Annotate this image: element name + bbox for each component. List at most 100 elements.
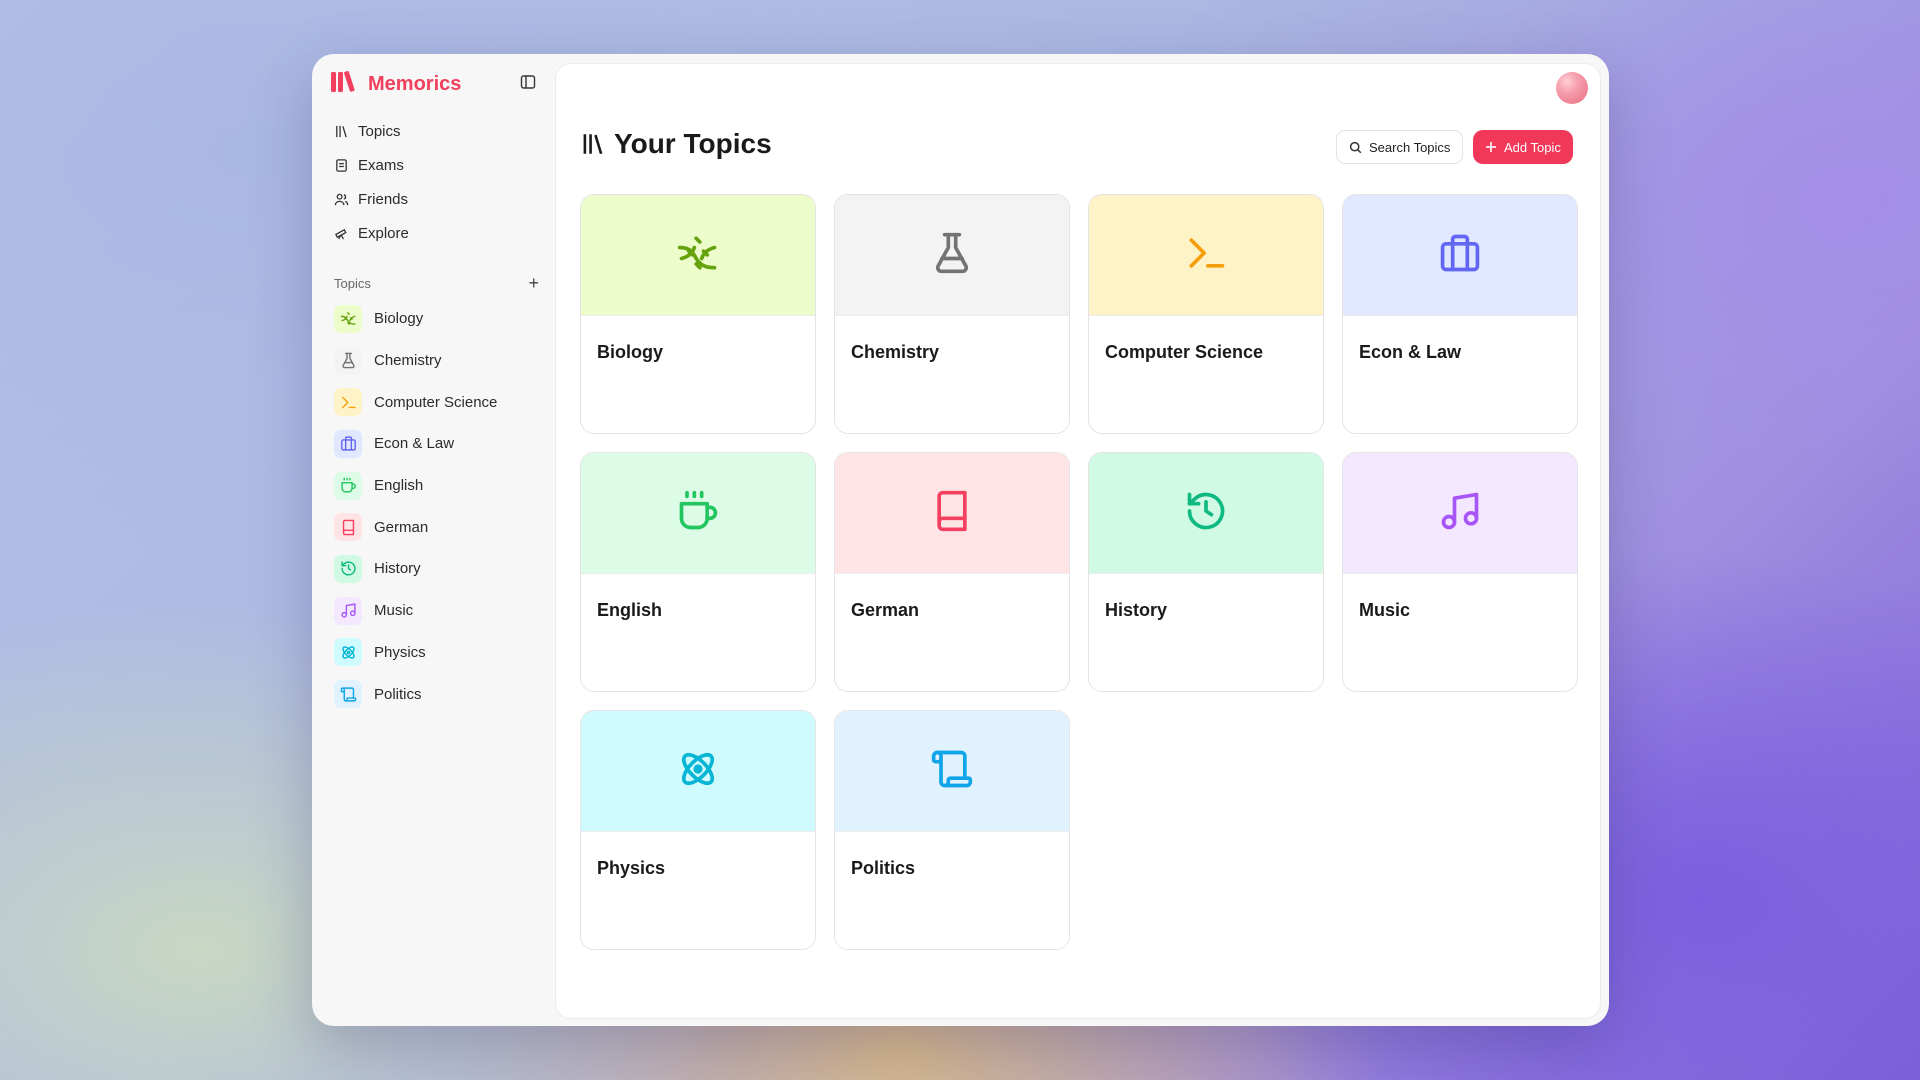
logo-icon: [330, 70, 360, 99]
topic-card-banner: [581, 711, 815, 832]
search-topics-button[interactable]: Search Topics: [1336, 130, 1464, 164]
music-icon: [334, 596, 362, 625]
briefcase-icon: [334, 429, 362, 458]
history-icon: [334, 554, 362, 583]
search-topics-label: Search Topics: [1369, 139, 1451, 155]
topic-card-title: Biology: [597, 342, 663, 362]
library-icon: [336, 125, 347, 137]
terminal-icon: [1184, 231, 1228, 280]
sidebar-topic-label: History: [374, 560, 421, 578]
scroll-icon: [930, 747, 974, 796]
app-window: Memorics Topics Exams Friends Explore To…: [312, 54, 1609, 1026]
atom-icon: [334, 638, 362, 667]
book-icon: [334, 513, 362, 542]
topic-card-computer-science[interactable]: Computer Science: [1088, 194, 1324, 434]
topic-card-music[interactable]: Music: [1342, 452, 1578, 692]
add-topic-button[interactable]: Add Topic: [1473, 130, 1573, 164]
sidebar-topic-physics[interactable]: Physics: [334, 632, 497, 674]
page-title: Your Topics: [580, 128, 772, 160]
coffee-icon: [676, 489, 720, 538]
topic-card-title: Politics: [851, 858, 916, 878]
topic-card-title: Econ & Law: [1359, 342, 1462, 362]
topic-card-banner: [835, 711, 1069, 832]
search-icon: [1349, 141, 1362, 153]
flask-icon: [930, 231, 974, 280]
topic-card-banner: [581, 453, 815, 574]
sidebar-topic-german[interactable]: German: [334, 506, 497, 548]
nav-item-label: Exams: [358, 156, 404, 174]
nav-item-friends[interactable]: Friends: [334, 182, 409, 216]
topic-list: Biology Chemistry Computer Science Econ …: [334, 298, 497, 715]
sidebar: Memorics Topics Exams Friends Explore To…: [312, 54, 554, 1026]
users-icon: [334, 193, 349, 205]
nav-item-explore[interactable]: Explore: [334, 216, 409, 250]
topic-card-title: Chemistry: [851, 342, 940, 362]
main-nav: Topics Exams Friends Explore: [334, 114, 409, 250]
brand-name: Memorics: [368, 73, 462, 95]
sidebar-topic-label: Music: [374, 602, 414, 620]
topic-card-german[interactable]: German: [834, 452, 1070, 692]
add-topic-label: Add Topic: [1504, 139, 1561, 155]
nav-item-label: Friends: [358, 190, 409, 208]
topic-card-banner: [1343, 195, 1577, 316]
sidebar-topic-label: Econ & Law: [374, 435, 455, 453]
sidebar-topic-history[interactable]: History: [334, 548, 497, 590]
atom-icon: [676, 747, 720, 796]
nav-item-label: Explore: [358, 224, 409, 242]
sidebar-topic-label: Biology: [374, 310, 424, 328]
dna-icon: [334, 304, 362, 333]
avatar[interactable]: [1556, 72, 1588, 104]
flask-icon: [334, 346, 362, 375]
sidebar-topic-label: Physics: [374, 643, 426, 661]
book-icon: [930, 489, 974, 538]
sidebar-toggle-button[interactable]: [518, 72, 538, 92]
topic-card-politics[interactable]: Politics: [834, 710, 1070, 950]
topic-card-banner: [1089, 195, 1323, 316]
topic-card-banner: [835, 453, 1069, 574]
topic-card-banner: [581, 195, 815, 316]
topic-card-history[interactable]: History: [1088, 452, 1324, 692]
sidebar-topic-label: Politics: [374, 685, 422, 703]
sidebar-topic-music[interactable]: Music: [334, 590, 497, 632]
topic-card-banner: [1089, 453, 1323, 574]
telescope-icon: [335, 228, 347, 239]
sidebar-topic-politics[interactable]: Politics: [334, 673, 497, 715]
scroll-icon: [334, 680, 362, 709]
topic-card-title: Physics: [597, 858, 666, 878]
topic-card-english[interactable]: English: [580, 452, 816, 692]
topic-card-biology[interactable]: Biology: [580, 194, 816, 434]
dna-icon: [676, 231, 720, 280]
topic-card-physics[interactable]: Physics: [580, 710, 816, 950]
sidebar-topic-chemistry[interactable]: Chemistry: [334, 340, 497, 382]
add-topic-sidebar-button[interactable]: +: [528, 274, 539, 292]
main-content: Your Topics Search Topics Add Topic Biol…: [555, 63, 1601, 1019]
sidebar-topic-english[interactable]: English: [334, 465, 497, 507]
plus-icon: [1486, 142, 1496, 152]
topics-heading: Topics: [334, 275, 371, 291]
sidebar-topic-computer-science[interactable]: Computer Science: [334, 381, 497, 423]
coffee-icon: [334, 471, 362, 500]
topic-card-title: English: [597, 600, 663, 620]
exam-icon: [336, 158, 347, 172]
page-title-text: Your Topics: [614, 128, 772, 159]
nav-item-exams[interactable]: Exams: [334, 148, 409, 182]
sidebar-toggle-icon: [520, 75, 536, 89]
topic-card-banner: [1343, 453, 1577, 574]
sidebar-topic-label: English: [374, 477, 424, 495]
nav-item-label: Topics: [358, 122, 401, 140]
sidebar-topic-econ-law[interactable]: Econ & Law: [334, 423, 497, 465]
music-icon: [1438, 489, 1482, 538]
brand[interactable]: Memorics: [330, 70, 461, 99]
sidebar-topic-label: Computer Science: [374, 393, 498, 411]
library-icon: [583, 134, 603, 155]
topic-card-chemistry[interactable]: Chemistry: [834, 194, 1070, 434]
terminal-icon: [334, 388, 362, 417]
topic-card-title: Music: [1359, 600, 1411, 620]
topic-card-title: German: [851, 600, 920, 620]
history-icon: [1184, 489, 1228, 538]
topic-card-econ-law[interactable]: Econ & Law: [1342, 194, 1578, 434]
nav-item-topics[interactable]: Topics: [334, 114, 409, 148]
topic-grid: Biology Chemistry Computer Science Econ …: [580, 194, 1578, 950]
sidebar-topic-biology[interactable]: Biology: [334, 298, 497, 340]
topic-card-title: Computer Science: [1105, 342, 1264, 362]
